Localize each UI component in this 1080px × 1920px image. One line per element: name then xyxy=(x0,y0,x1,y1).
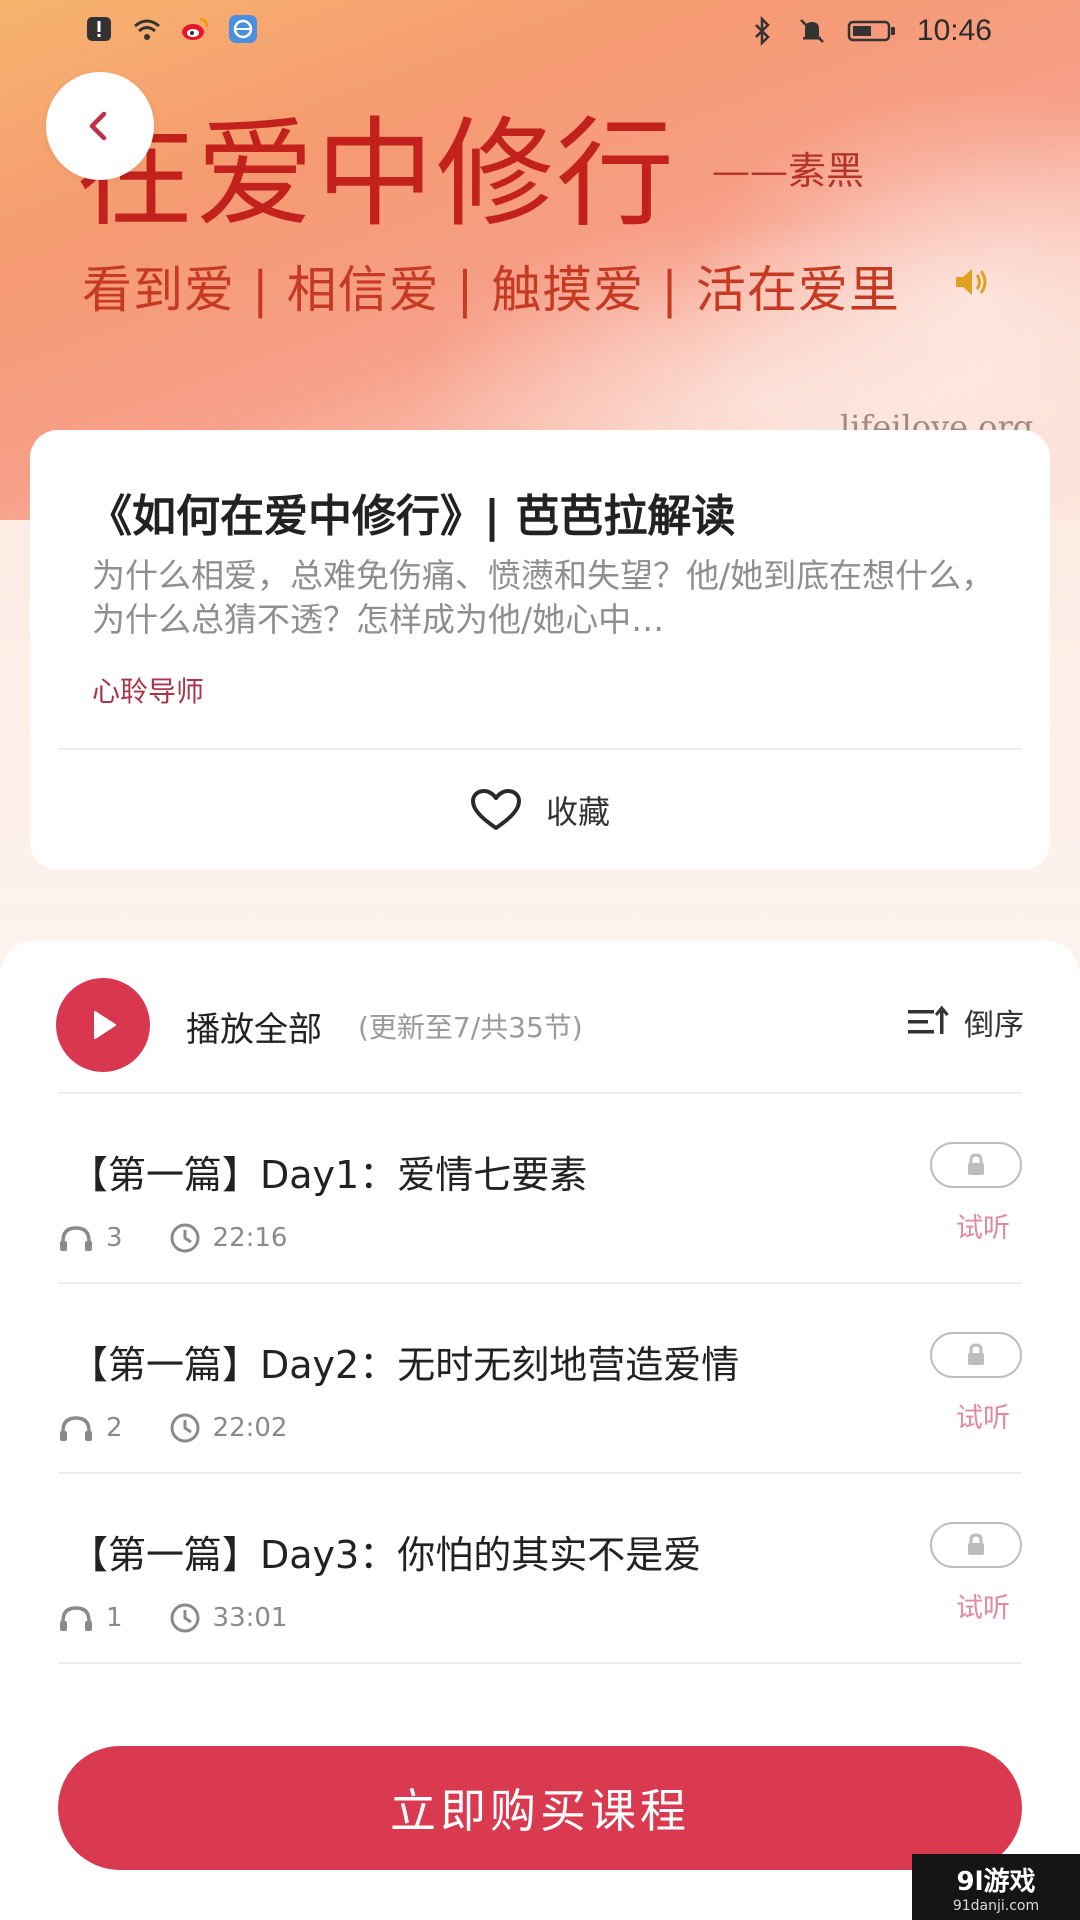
play-all-label[interactable]: 播放全部 xyxy=(186,1002,322,1051)
course-teacher[interactable]: 心聆导师 xyxy=(92,670,204,710)
status-bar: 10:46 xyxy=(0,0,1080,70)
lock-icon xyxy=(968,1153,984,1175)
episode-duration: 33:01 xyxy=(212,1603,288,1633)
episode-title: 【第一篇】Day2：无时无刻地营造爱情 xyxy=(70,1343,740,1387)
buy-course-button[interactable]: 立即购买课程 xyxy=(58,1746,1022,1870)
chevron-left-icon xyxy=(89,111,107,141)
heart-icon xyxy=(470,789,521,830)
mute-bell-icon xyxy=(800,19,824,43)
trial-listen-button[interactable]: 试听 xyxy=(956,1396,1010,1435)
watermark-text: 9l游戏 xyxy=(956,1866,1036,1897)
watermark-logo: 9l游戏 91danji.com xyxy=(912,1854,1080,1920)
listen-count: 3 xyxy=(106,1223,123,1253)
lock-badge xyxy=(930,1332,1022,1378)
weibo-icon xyxy=(182,17,209,40)
sort-button[interactable]: 倒序 xyxy=(906,1000,1024,1044)
trial-listen-button[interactable]: 试听 xyxy=(956,1586,1010,1625)
play-all-row: 播放全部 (更新至7/共35节) 倒序 xyxy=(56,976,1024,1072)
episode-duration: 22:16 xyxy=(212,1223,288,1253)
lock-badge xyxy=(930,1142,1022,1188)
alert-notification-icon xyxy=(87,17,111,41)
favorite-label: 收藏 xyxy=(545,793,610,831)
episode-title: 【第一篇】Day1：爱情七要素 xyxy=(70,1153,588,1197)
headphones-icon xyxy=(60,1416,92,1441)
lock-badge xyxy=(930,1522,1022,1568)
trial-listen-button[interactable]: 试听 xyxy=(956,1206,1010,1245)
course-title: 《如何在爱中修行》| 芭芭拉解读 xyxy=(88,491,736,542)
episode-title: 【第一篇】Day3：你怕的其实不是爱 xyxy=(70,1533,702,1577)
course-description: 为什么相爱，总难免伤痛、愤懑和失望？他/她到底在想什么，为什么总猜不透？怎样成为… xyxy=(92,556,995,639)
episode-meta: 3 22:16 xyxy=(58,1222,287,1254)
browser-app-icon xyxy=(229,15,257,43)
listen-count: 1 xyxy=(106,1603,123,1633)
buy-course-label: 立即购买课程 xyxy=(390,1784,690,1838)
episode-item[interactable]: 【第一篇】Day1：爱情七要素 3 22:16 试听 xyxy=(58,1094,1022,1284)
battery-icon xyxy=(847,20,895,42)
course-detail-page: 在爱中修行 ——素黑 看到爱 | 相信爱 | 触摸爱 | 活在爱里 lifeil… xyxy=(0,0,1080,1920)
clock-icon xyxy=(170,1413,200,1443)
play-icon xyxy=(94,1011,116,1039)
play-all-button[interactable] xyxy=(56,978,150,1072)
wifi-icon xyxy=(134,19,160,40)
status-right-icons: 10:46 xyxy=(747,14,992,48)
listen-count: 2 xyxy=(106,1413,123,1443)
episode-duration: 22:02 xyxy=(212,1413,288,1443)
speaker-icon xyxy=(956,269,987,295)
headphones-icon xyxy=(60,1606,92,1631)
watermark-url: 91danji.com xyxy=(952,1897,1040,1914)
lock-icon xyxy=(968,1533,984,1555)
clock-icon xyxy=(170,1603,200,1633)
status-time: 10:46 xyxy=(916,14,992,47)
cover-title: 在爱中修行 xyxy=(76,105,677,243)
cover-tagline: 看到爱 | 相信爱 | 触摸爱 | 活在爱里 xyxy=(82,261,900,319)
episode-item[interactable]: 【第一篇】Day2：无时无刻地营造爱情 2 22:02 试听 xyxy=(58,1284,1022,1474)
cover-author: ——素黑 xyxy=(712,149,865,193)
course-info-card: 《如何在爱中修行》| 芭芭拉解读 为什么相爱，总难免伤痛、愤懑和失望？他/她到底… xyxy=(30,430,1050,870)
bluetooth-icon xyxy=(755,16,770,46)
lock-icon xyxy=(968,1343,984,1365)
update-progress-text: (更新至7/共35节) xyxy=(358,1011,583,1044)
status-left-icons xyxy=(84,14,258,44)
headphones-icon xyxy=(60,1226,92,1251)
sort-label: 倒序 xyxy=(964,1008,1024,1043)
clock-icon xyxy=(170,1223,200,1253)
episode-meta: 2 22:02 xyxy=(58,1412,287,1444)
sort-order-icon xyxy=(908,1005,949,1034)
episode-meta: 1 33:01 xyxy=(58,1602,287,1634)
episode-item[interactable]: 【第一篇】Day3：你怕的其实不是爱 1 33:01 试听 xyxy=(58,1474,1022,1664)
divider xyxy=(58,1662,1022,1664)
back-button[interactable] xyxy=(46,72,154,180)
favorite-button[interactable]: 收藏 xyxy=(30,750,1050,870)
